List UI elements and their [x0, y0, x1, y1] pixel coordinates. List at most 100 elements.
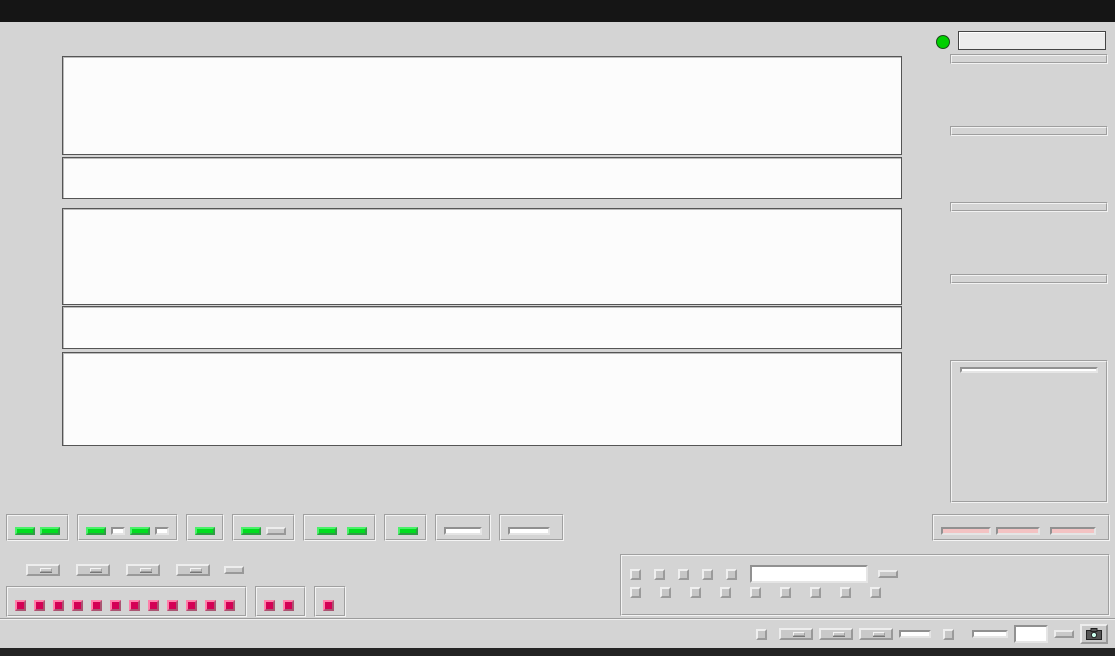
show-qfe-checkbox[interactable] — [690, 587, 701, 598]
sector-6-checkbox[interactable] — [205, 600, 216, 611]
sx-plot[interactable] — [63, 158, 901, 198]
show-kbe-item — [630, 587, 644, 598]
qmd-row — [956, 457, 1102, 477]
bunch-2nd-item — [283, 600, 297, 611]
sector-select[interactable] — [779, 628, 813, 640]
dy-plot-frame — [62, 208, 902, 305]
range-dy-select[interactable] — [76, 564, 110, 576]
extra-input[interactable] — [1014, 625, 1048, 643]
dr-pulse-field[interactable] — [444, 527, 482, 535]
show-rfe-checkbox[interactable] — [810, 587, 821, 598]
sy-axis-ticks — [22, 306, 62, 347]
sector-b-checkbox[interactable] — [34, 600, 45, 611]
sector-1-checkbox[interactable] — [91, 600, 102, 611]
sector-item-5 — [186, 600, 200, 611]
sector-bt-checkbox[interactable] — [224, 600, 235, 611]
app-window — [0, 0, 1115, 656]
qmd-row — [956, 477, 1102, 497]
show-row-1 — [630, 565, 1100, 583]
bpm-select[interactable] — [819, 628, 853, 640]
show-ref-checkbox[interactable] — [654, 568, 665, 580]
bunch-select[interactable] — [859, 628, 893, 640]
show-ave10-item — [726, 568, 740, 580]
sector-a-checkbox[interactable] — [15, 600, 26, 611]
qe-plot[interactable] — [63, 353, 901, 445]
replot-button[interactable] — [224, 566, 244, 574]
titlebar — [0, 0, 1115, 22]
bunch-1st-button[interactable] — [241, 527, 261, 535]
eplus-eminus-field[interactable] — [508, 527, 550, 535]
sector-item-3 — [148, 600, 162, 611]
sector-r-checkbox[interactable] — [53, 600, 64, 611]
sy-plot[interactable] — [63, 307, 901, 348]
stats-dx-2nd — [950, 126, 1108, 136]
dx-axis-label — [6, 56, 22, 155]
ref-name-input[interactable] — [750, 565, 868, 583]
show-gold-checkbox[interactable] — [702, 568, 713, 580]
sector-c-checkbox[interactable] — [72, 600, 83, 611]
sector-5-checkbox[interactable] — [186, 600, 197, 611]
dx-plot-row — [6, 56, 902, 155]
beam-rep-rate-1 — [941, 527, 991, 535]
show-pfe-checkbox[interactable] — [660, 587, 671, 598]
sector-4-checkbox[interactable] — [167, 600, 178, 611]
sector-2-checkbox[interactable] — [110, 600, 121, 611]
range-controls — [6, 558, 244, 582]
qmd-device-name[interactable] — [960, 367, 1098, 373]
ltr-n02-open-button[interactable] — [347, 527, 367, 535]
show-kbe-checkbox[interactable] — [630, 587, 641, 598]
show-sfe-checkbox[interactable] — [840, 587, 851, 598]
sx-axis-label — [6, 157, 22, 199]
show-ref-item — [654, 568, 668, 580]
show-cur-checkbox[interactable] — [630, 568, 641, 580]
ltr-n01-open-button[interactable] — [317, 527, 337, 535]
range-qe-plus-select[interactable] — [176, 564, 210, 576]
bunch-filter-group — [255, 586, 306, 617]
option-menu-indicator-icon — [833, 632, 845, 636]
interval-field[interactable] — [972, 630, 1008, 638]
range-qe-minus-select[interactable] — [126, 564, 160, 576]
beam-rep-group — [932, 514, 1110, 541]
dx-plot[interactable] — [63, 57, 901, 154]
sector-3-checkbox[interactable] — [148, 600, 159, 611]
busel-on-button[interactable] — [195, 527, 215, 535]
sector-d-checkbox[interactable] — [129, 600, 140, 611]
screenshot-button[interactable] — [1080, 624, 1108, 644]
show-group — [620, 554, 1110, 616]
bunch-1st-checkbox[interactable] — [264, 600, 275, 611]
range-dx-select[interactable] — [26, 564, 60, 576]
dy-axis-label — [6, 208, 22, 305]
dy-plot[interactable] — [63, 209, 901, 304]
qmd-row — [956, 377, 1102, 397]
show-pfe-item — [660, 587, 674, 598]
fc15-acc-button[interactable] — [130, 527, 150, 535]
show-jbe-checkbox[interactable] — [750, 587, 761, 598]
bpm-name-axis — [6, 446, 900, 510]
chg-th-checkbox[interactable] — [756, 628, 767, 640]
bpm-name-labels — [62, 446, 900, 510]
beam-gate-open-1-button[interactable] — [15, 527, 35, 535]
show-jbp-checkbox[interactable] — [780, 587, 791, 598]
sigma-visible-checkbox[interactable] — [323, 600, 334, 611]
beam-gate-open-2-button[interactable] — [40, 527, 60, 535]
sy-axis-label — [6, 306, 22, 349]
sector-item-bt — [224, 600, 238, 611]
show-rfe-item — [810, 587, 824, 598]
show-are-item — [720, 587, 734, 598]
ph-checkbox[interactable] — [943, 628, 954, 640]
sigma-group — [314, 586, 346, 617]
fc15-on-button[interactable] — [86, 527, 106, 535]
show-cur-ref-checkbox[interactable] — [678, 568, 689, 580]
resize-button[interactable] — [1054, 630, 1074, 638]
show-ave10-checkbox[interactable] — [726, 568, 737, 580]
show-cur-item — [630, 568, 644, 580]
bunch-2nd-checkbox[interactable] — [283, 600, 294, 611]
status-bar — [0, 618, 1115, 648]
sector-group — [6, 586, 247, 617]
set-ref-button[interactable] — [878, 570, 898, 578]
bunch-2nd-button[interactable] — [266, 527, 286, 535]
rtl-s01-open-button[interactable] — [398, 527, 418, 535]
threshold-field[interactable] — [899, 630, 931, 638]
show-are-checkbox[interactable] — [720, 587, 731, 598]
show-zre-checkbox[interactable] — [870, 587, 881, 598]
